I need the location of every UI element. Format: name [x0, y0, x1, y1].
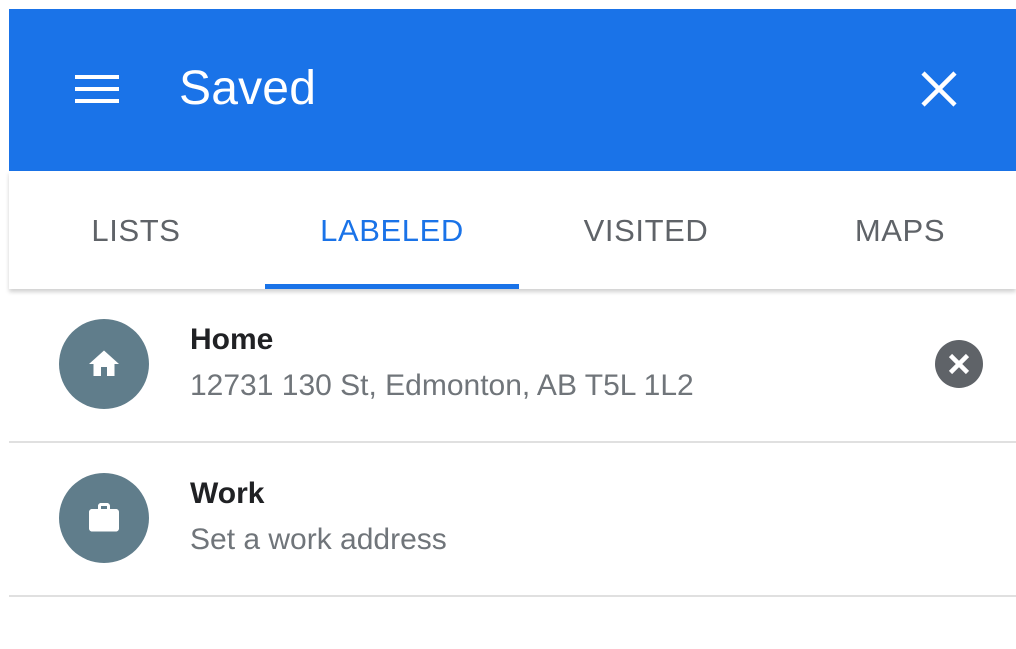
tab-labeled[interactable]: LABELED: [265, 171, 519, 289]
saved-page: Saved LISTS LABELED VISITED MAPS Home 12…: [9, 9, 1016, 649]
close-icon: [921, 71, 957, 107]
tab-maps[interactable]: MAPS: [773, 171, 1016, 289]
page-title: Saved: [179, 62, 317, 115]
app-bar: Saved: [9, 9, 1016, 171]
item-title: Work: [190, 477, 265, 510]
remove-home-button[interactable]: [925, 330, 993, 398]
home-icon: [89, 350, 119, 376]
item-title: Home: [190, 323, 274, 356]
item-address-placeholder: Set a work address: [190, 523, 447, 556]
tab-visited[interactable]: VISITED: [519, 171, 773, 289]
list-item-home[interactable]: Home 12731 130 St, Edmonton, AB T5L 1L2: [9, 289, 1016, 443]
avatar: [59, 319, 149, 409]
labeled-places-list: Home 12731 130 St, Edmonton, AB T5L 1L2 …: [9, 289, 1016, 597]
hamburger-menu-icon: [75, 75, 119, 103]
tab-label: LABELED: [320, 213, 464, 248]
tab-label: VISITED: [583, 213, 709, 248]
tab-lists[interactable]: LISTS: [9, 171, 263, 289]
tab-label: MAPS: [854, 213, 946, 248]
item-address: 12731 130 St, Edmonton, AB T5L 1L2: [190, 369, 694, 402]
briefcase-icon: [89, 503, 119, 532]
tab-bar: LISTS LABELED VISITED MAPS: [9, 171, 1016, 289]
active-tab-indicator: [265, 284, 519, 289]
tab-label: LISTS: [91, 213, 181, 248]
remove-circle-icon: [935, 340, 983, 388]
menu-button[interactable]: [61, 57, 133, 121]
list-item-work[interactable]: Work Set a work address: [9, 443, 1016, 597]
close-button[interactable]: [905, 55, 973, 123]
avatar: [59, 473, 149, 563]
